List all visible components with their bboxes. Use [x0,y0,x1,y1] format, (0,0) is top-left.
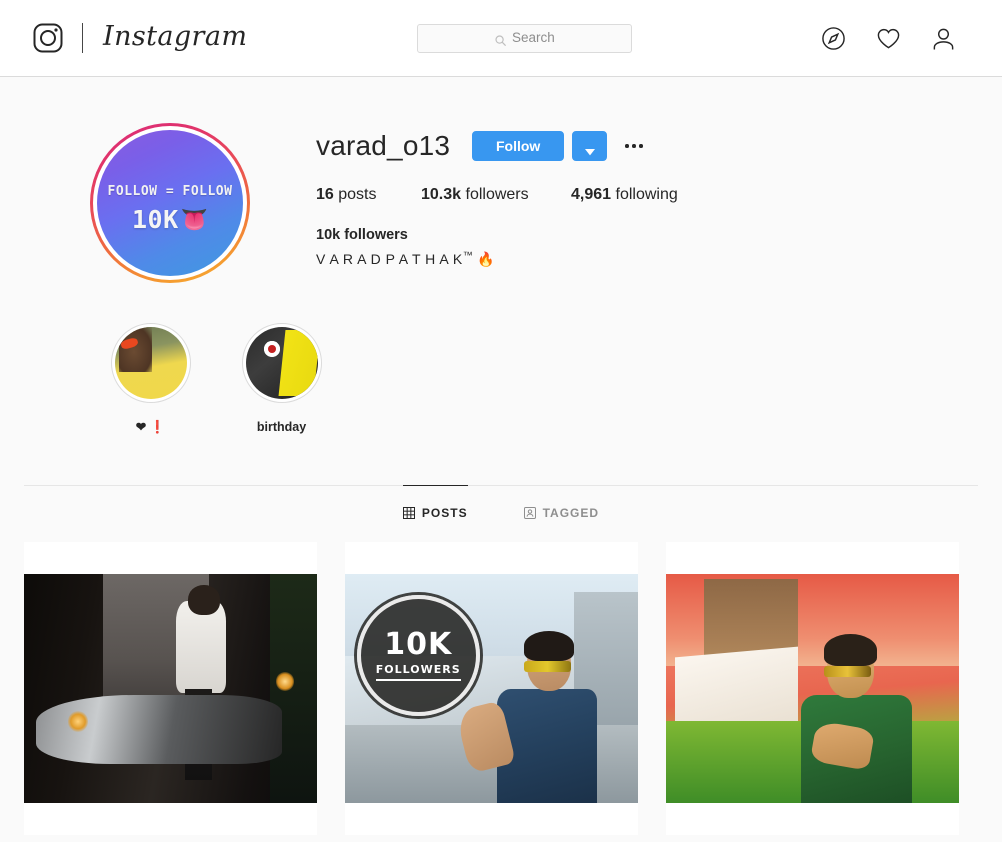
highlight-ring [110,323,191,403]
ellipsis-icon [625,144,644,148]
post-10k-followers[interactable]: 10K FOLLOWERS [345,542,638,835]
instagram-wordmark[interactable]: Instagram [103,23,247,53]
search-area: Search [417,23,633,53]
post-detail-hair [824,633,877,666]
search-input[interactable]: Search [417,23,633,53]
person-icon[interactable] [931,26,956,51]
profile-stats: 16 posts 10.3k followers 4,961 following [316,187,978,203]
brand-divider [82,23,83,53]
profile-info-column: varad_o13 Follow 16 posts 10.3k follower… [316,123,978,283]
chevron-down-icon [584,143,595,155]
bio-text: V A R A D P A T H A K™ 🔥 [316,249,978,269]
highlight-label: birthday [256,420,307,434]
badge-caption: FOLLOWERS [375,663,461,681]
post-detail-head [188,585,221,616]
highlight-cover-detail [267,345,276,353]
highlight-cover-image [114,327,187,399]
bio-display-name: 10k followers [316,227,408,243]
bio-text-main: V A R A D P A T H A K [316,251,463,268]
stat-followers-label: followers [465,186,529,203]
tab-tagged-label: TAGGED [542,505,600,520]
highlight-birthday[interactable]: birthday [229,323,334,435]
story-ring[interactable]: FOLLOW = FOLLOW 10K 👅 [90,123,250,283]
profile-page-container: FOLLOW = FOLLOW 10K 👅 varad_o13 Follow 1… [0,77,1002,835]
instagram-camera-icon[interactable] [32,22,64,54]
avatar-text-line1: FOLLOW = FOLLOW [107,184,233,199]
post-motorcycle-night[interactable] [24,542,317,835]
post-detail-light [275,672,294,691]
options-button[interactable] [621,133,647,159]
post-detail-person [176,601,227,694]
tab-posts[interactable]: POSTS [402,485,468,538]
tab-tagged[interactable]: TAGGED [523,485,600,538]
heart-icon[interactable] [876,26,901,51]
stat-following-value: 4,961 [571,186,612,203]
follow-dropdown-button[interactable] [572,131,608,161]
search-icon [495,33,506,46]
post-detail-sunglasses [824,665,872,678]
fire-emoji: 🔥 [477,251,495,268]
post-thumbnail [666,574,959,803]
stat-followers-value: 10.3k [421,186,462,203]
stat-posts-value: 16 [316,186,334,203]
stat-following-label: following [615,186,678,203]
post-detail-sunglasses [523,661,571,673]
post-thumbnail [24,574,317,803]
highlight-cover-image [245,327,318,399]
profile-tabs: POSTS TAGGED [24,485,978,539]
stat-posts[interactable]: 16 posts [316,187,421,203]
stat-following[interactable]: 4,961 following [571,187,678,203]
compass-icon[interactable] [821,26,846,51]
username-row: varad_o13 Follow [316,129,978,163]
story-highlights: ❤ ❗ birthday [24,283,978,435]
avatar-text-line2: 10K [131,205,179,234]
highlight-label: ❤ ❗ [135,420,166,434]
profile-header: FOLLOW = FOLLOW 10K 👅 varad_o13 Follow 1… [24,77,978,283]
avatar[interactable]: FOLLOW = FOLLOW 10K 👅 [97,130,243,276]
tab-posts-label: POSTS [421,505,468,520]
post-detail-torso [497,688,597,803]
bio-block: 10k followers V A R A D P A T H A K™ 🔥 [316,225,978,269]
followers-badge-overlay: 10K FOLLOWERS [356,594,480,716]
post-thumbnail: 10K FOLLOWERS [345,574,638,803]
follow-button[interactable]: Follow [472,131,565,161]
stat-followers[interactable]: 10.3k followers [421,187,571,203]
tagged-person-icon [523,506,536,519]
highlight-ring [241,323,322,403]
grid-icon [402,506,415,519]
search-placeholder: Search [511,30,555,46]
top-navigation-bar: Instagram Search [0,0,1002,77]
badge-number: 10K [384,626,453,662]
brand-area[interactable]: Instagram [32,22,247,54]
post-detail-hair [523,631,574,662]
tongue-emoji: 👅 [180,206,209,232]
post-green-kurta-red-filter[interactable] [666,542,959,835]
stat-posts-label: posts [338,186,377,203]
nav-icon-group [821,26,974,51]
page-title: varad_o13 [316,130,451,161]
posts-grid: 10K FOLLOWERS [24,539,978,835]
highlight-heart[interactable]: ❤ ❗ [98,323,203,435]
avatar-column: FOLLOW = FOLLOW 10K 👅 [24,123,316,283]
trademark-symbol: ™ [462,250,473,262]
post-detail-foliage [270,574,317,803]
